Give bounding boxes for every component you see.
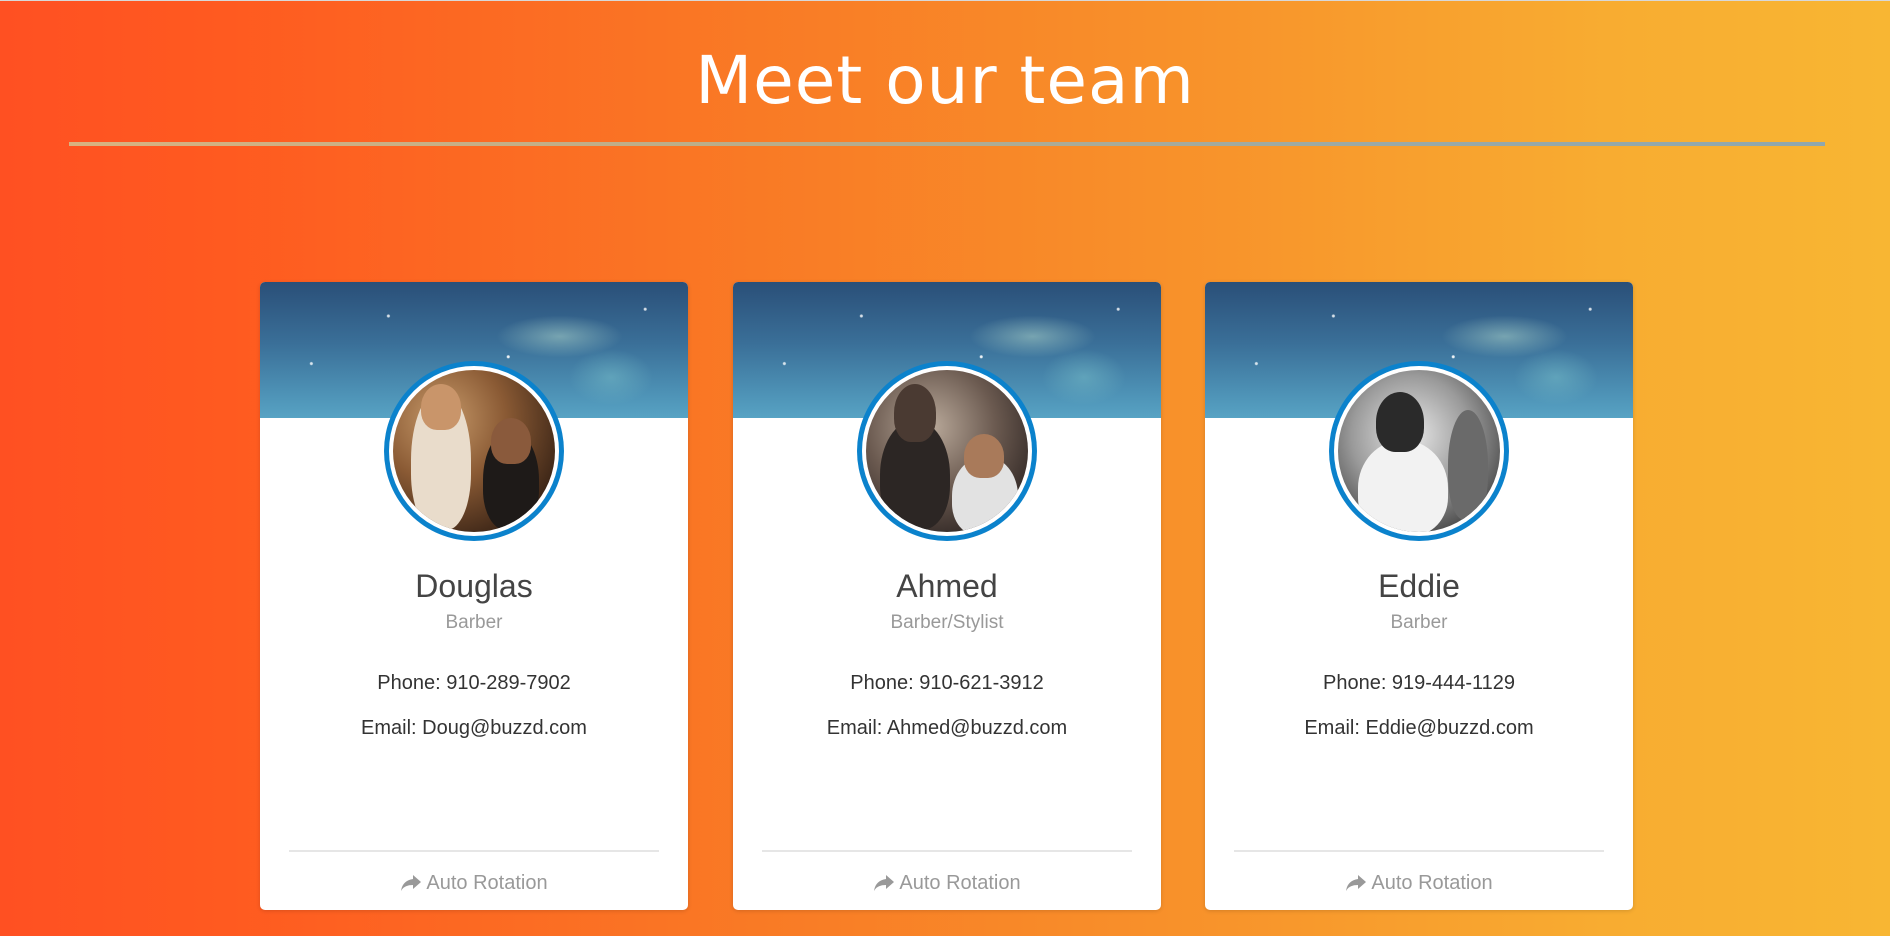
member-phone: Phone: 910-289-7902	[377, 672, 571, 694]
member-name: Douglas	[415, 568, 533, 604]
team-card-ahmed[interactable]: Ahmed Barber/Stylist Phone: 910-621-3912…	[733, 282, 1161, 910]
member-role: Barber/Stylist	[890, 612, 1004, 633]
auto-rotation-link[interactable]: Auto Rotation	[260, 872, 688, 898]
card-divider	[1234, 850, 1604, 852]
member-phone: Phone: 919-444-1129	[1322, 672, 1515, 694]
card-divider	[289, 850, 659, 852]
avatar-photo	[866, 370, 1028, 532]
share-icon	[1345, 874, 1367, 898]
member-name: Eddie	[1378, 568, 1460, 604]
avatar	[1329, 361, 1509, 541]
member-email: Email: Ahmed@buzzd.com	[826, 717, 1068, 739]
page-title: Meet our team	[695, 42, 1195, 119]
share-icon	[873, 874, 895, 898]
share-icon	[400, 874, 422, 898]
member-email: Email: Eddie@buzzd.com	[1304, 717, 1534, 739]
auto-rotation-label: Auto Rotation	[426, 872, 548, 894]
avatar	[384, 361, 564, 541]
member-name: Ahmed	[896, 568, 998, 604]
top-border	[0, 0, 1890, 1]
avatar-photo	[1338, 370, 1500, 532]
avatar	[857, 361, 1037, 541]
auto-rotation-link[interactable]: Auto Rotation	[733, 872, 1161, 898]
team-card-douglas[interactable]: Douglas Barber Phone: 910-289-7902 Email…	[260, 282, 688, 910]
member-email: Email: Doug@buzzd.com	[361, 717, 587, 739]
auto-rotation-label: Auto Rotation	[1371, 872, 1493, 894]
member-role: Barber	[1390, 612, 1448, 633]
title-divider	[69, 142, 1825, 146]
team-card-eddie[interactable]: Eddie Barber Phone: 919-444-1129 Email: …	[1205, 282, 1633, 910]
member-role: Barber	[445, 612, 503, 633]
card-divider	[762, 850, 1132, 852]
auto-rotation-link[interactable]: Auto Rotation	[1205, 872, 1633, 898]
auto-rotation-label: Auto Rotation	[899, 872, 1021, 894]
avatar-photo	[393, 370, 555, 532]
member-phone: Phone: 910-621-3912	[850, 672, 1044, 694]
